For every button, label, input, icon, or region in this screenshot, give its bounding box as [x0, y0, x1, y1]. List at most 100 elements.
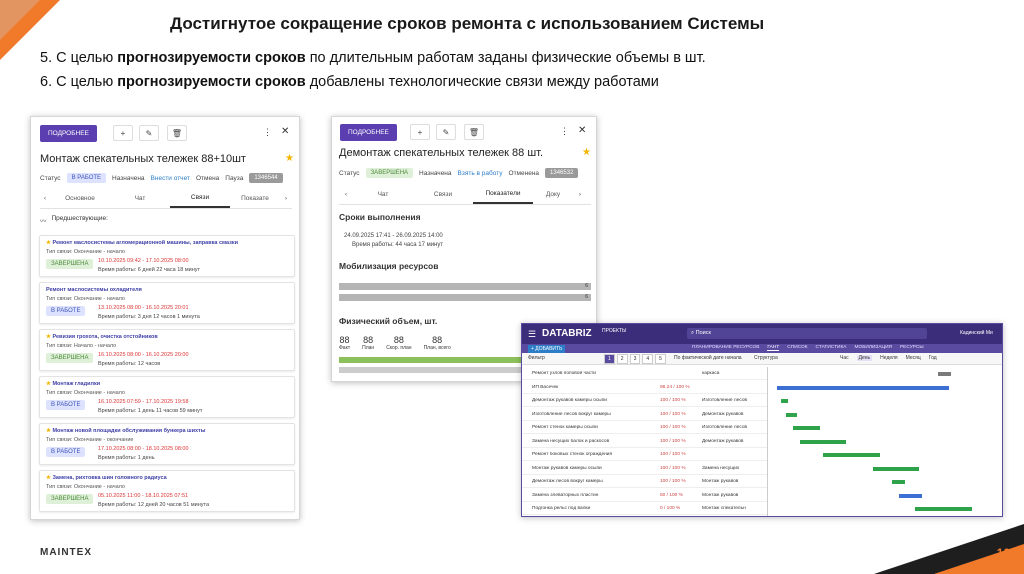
- more-button[interactable]: ПОДРОБНЕЕ: [40, 125, 97, 142]
- user-name[interactable]: Кадинский Ми: [960, 330, 1000, 336]
- mobilization-value: 6: [585, 283, 588, 289]
- status-option[interactable]: Назначена: [419, 170, 451, 177]
- scale-option[interactable]: Неделя: [880, 355, 897, 361]
- delete-icon[interactable]: 🗑: [167, 125, 187, 141]
- level-button[interactable]: 5: [655, 354, 666, 364]
- filter-button[interactable]: Фильтр: [528, 355, 545, 361]
- chevron-left-icon[interactable]: ‹: [40, 190, 50, 207]
- gantt-bar[interactable]: [776, 385, 950, 390]
- gantt-row[interactable]: Демонтаж рукавов камеры осыпи 100 / 100 %…: [522, 394, 767, 407]
- nav-tab[interactable]: ГАНТ: [767, 345, 780, 351]
- more-button[interactable]: ПОДРОБНЕЕ: [340, 124, 397, 141]
- link-card[interactable]: ★ Ревизия грохота, очистка отстойников Т…: [39, 329, 295, 371]
- scale-option[interactable]: Час: [840, 355, 849, 361]
- status-option[interactable]: Назначена: [112, 175, 144, 182]
- nav-tab[interactable]: СПИСОК: [787, 345, 807, 351]
- level-button[interactable]: 4: [642, 354, 654, 364]
- gantt-row[interactable]: Ремонт боковых стенок ограждения 100 / 10…: [522, 448, 767, 461]
- chevron-left-icon[interactable]: ‹: [339, 186, 353, 203]
- star-icon[interactable]: ★: [582, 147, 591, 158]
- link-card[interactable]: ★ Монтаж гладилки Тип связи: Окончание -…: [39, 376, 295, 418]
- chevron-right-icon[interactable]: ›: [573, 186, 587, 203]
- gantt-row[interactable]: Замена элеваторных пластин 50 / 100 % Монт…: [522, 489, 767, 502]
- gantt-row[interactable]: Монтаж рукавов камеры осыпи 100 / 100 % За…: [522, 462, 767, 475]
- card-name: Замена, рихтовка шин головного радиуса: [52, 475, 167, 481]
- delete-icon[interactable]: 🗑: [464, 124, 484, 140]
- gantt-row[interactable]: Ремонт узлов поповой части каркаса: [522, 367, 767, 380]
- status-option[interactable]: Отмена: [196, 175, 219, 182]
- nav-tab[interactable]: РЕСУРСЫ: [900, 345, 924, 351]
- more-vert-icon[interactable]: ⋮: [560, 126, 569, 137]
- predecessors-header: 〰 Предшествующие:: [40, 215, 108, 225]
- status-option[interactable]: Взять в работу: [458, 170, 503, 177]
- scale-option[interactable]: Год: [929, 355, 937, 361]
- tab-links[interactable]: Связи: [413, 186, 473, 203]
- project-label[interactable]: ПРОЕКТЫ: [602, 328, 626, 334]
- bullet-line-6: 6. С целью прогнозируемости сроков добав…: [40, 74, 659, 90]
- status-chip[interactable]: В РАБОТЕ: [66, 173, 107, 183]
- gantt-bar[interactable]: [898, 493, 922, 498]
- gantt-bar[interactable]: [799, 439, 846, 444]
- gantt-bar[interactable]: [914, 507, 973, 511]
- link-card[interactable]: Ремонт маслосистемы охладителя Тип связи…: [39, 282, 295, 324]
- gantt-row[interactable]: ИП Васечек 96.24 / 100 %: [522, 381, 767, 394]
- gantt-bar[interactable]: [785, 412, 798, 417]
- menu-icon[interactable]: ☰: [528, 329, 536, 340]
- edit-icon[interactable]: ✎: [139, 125, 159, 141]
- tab-main[interactable]: Основное: [50, 190, 110, 207]
- gantt-bar[interactable]: [937, 372, 952, 376]
- bullet-line-5: 5. С целью прогнозируемости сроков по дл…: [40, 50, 706, 66]
- gantt-row[interactable]: Ремонт стенок камеры осыпи 100 / 100 % Изг…: [522, 421, 767, 434]
- edit-icon[interactable]: ✎: [436, 124, 456, 140]
- link-card[interactable]: ★ Замена, рихтовка шин головного радиуса…: [39, 470, 295, 512]
- tab-links[interactable]: Связи: [170, 189, 230, 208]
- tab-chat[interactable]: Чат: [353, 186, 413, 203]
- sort-select[interactable]: По фактической дате начала: [674, 355, 742, 361]
- search-input[interactable]: ⌕ Поиск: [687, 328, 927, 339]
- gantt-bar[interactable]: [873, 466, 920, 471]
- nav-tab[interactable]: МОБИЛИЗАЦИЯ: [855, 345, 892, 351]
- star-icon[interactable]: ★: [285, 153, 294, 164]
- gantt-bar[interactable]: [792, 426, 821, 430]
- link-card[interactable]: ★ Ремонт маслосистемы агломерационной ма…: [39, 235, 295, 277]
- card-status: В РАБОТЕ: [46, 400, 86, 410]
- level-button[interactable]: 3: [629, 354, 641, 364]
- gantt-row[interactable]: Замена несущих балок и раскосов 100 / 100…: [522, 435, 767, 448]
- add-icon[interactable]: +: [410, 124, 430, 140]
- add-button[interactable]: + ДОБАВИТЬ: [528, 345, 566, 353]
- level-button[interactable]: 2: [616, 354, 628, 364]
- level-button[interactable]: 1: [604, 354, 615, 364]
- chevron-right-icon[interactable]: ›: [280, 190, 292, 207]
- tab-indicators[interactable]: Показатели: [473, 185, 533, 204]
- status-option[interactable]: Отменена: [509, 170, 540, 177]
- deadline-time: Время работы: 44 часа 17 минут: [352, 242, 444, 248]
- volume-title: Физический объем, шт.: [339, 316, 438, 326]
- add-icon[interactable]: +: [113, 125, 133, 141]
- bullet-5-bold: прогнозируемости сроков: [117, 50, 306, 66]
- tab-documents[interactable]: Доку: [533, 186, 573, 203]
- card-name: Ремонт маслосистемы охладителя: [46, 287, 142, 293]
- scale-option[interactable]: Месяц: [906, 355, 921, 361]
- tab-chat[interactable]: Чат: [110, 190, 170, 207]
- gantt-row-dependency: Монтаж спекательн: [702, 506, 746, 511]
- nav-tab[interactable]: ПЛАНИРОВАНИЕ РЕСУРСОВ: [692, 345, 759, 351]
- gantt-bar[interactable]: [781, 399, 789, 403]
- nav-tab[interactable]: СТАТИСТИКА: [816, 345, 847, 351]
- gantt-bar[interactable]: [822, 453, 881, 457]
- tab-indicators[interactable]: Показате: [230, 190, 280, 207]
- card-link-type: Тип связи: Окончание - начало: [46, 390, 125, 396]
- scale-option[interactable]: День: [856, 355, 873, 361]
- status-chip[interactable]: ЗАВЕРШЕНА: [365, 168, 414, 178]
- status-option[interactable]: Внести отчет: [151, 175, 190, 182]
- close-icon[interactable]: ✕: [281, 126, 289, 137]
- gantt-bar[interactable]: [891, 480, 906, 484]
- gantt-row[interactable]: Демонтаж лесов вокруг камеры 100 / 100 % М…: [522, 475, 767, 488]
- gantt-row[interactable]: Изготовление лесов вокруг камеры 100 / 10…: [522, 408, 767, 421]
- gantt-row[interactable]: Подгонка рельс под валки 0 / 100 % Монтаж …: [522, 502, 767, 515]
- structure-select[interactable]: Структура: [754, 355, 778, 361]
- task-panel-mounting: ПОДРОБНЕЕ + ✎ 🗑 ⋮ ✕ Монтаж спекательных …: [30, 116, 300, 520]
- link-card[interactable]: ★ Монтаж новой площадки обслуживания бун…: [39, 423, 295, 465]
- close-icon[interactable]: ✕: [578, 125, 586, 136]
- more-vert-icon[interactable]: ⋮: [263, 127, 272, 138]
- status-option[interactable]: Пауза: [225, 175, 243, 182]
